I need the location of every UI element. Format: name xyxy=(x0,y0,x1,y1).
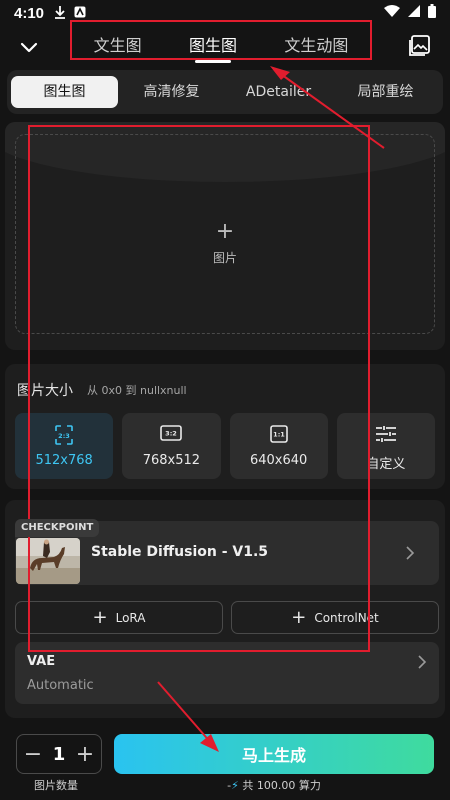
add-lora-button[interactable]: + LoRA xyxy=(15,601,223,634)
size-option-768x512[interactable]: 3:2 768x512 xyxy=(122,413,221,479)
upload-label: 图片 xyxy=(212,251,237,265)
image-upload-zone[interactable]: + 图片 xyxy=(15,134,435,334)
chevron-down-icon[interactable] xyxy=(16,34,42,60)
top-header: 文生图 图生图 文生动图 xyxy=(0,26,450,66)
size-value: 768x512 xyxy=(142,453,201,468)
size-value: 自定义 xyxy=(366,457,406,472)
lightning-icon: ⚡ xyxy=(231,779,239,792)
image-size-range: 从 0x0 到 nullxnull xyxy=(87,384,187,397)
add-controlnet-button[interactable]: + ControlNet xyxy=(231,601,439,634)
size-option-640x640[interactable]: 1:1 640x640 xyxy=(229,413,328,479)
plus-icon: + xyxy=(291,607,307,628)
increment-button[interactable]: + xyxy=(75,742,95,767)
size-value: 512x768 xyxy=(35,453,93,468)
ratio-text: 2:3 xyxy=(58,432,70,440)
quantity-stepper: − 1 + xyxy=(16,734,102,774)
cost-info: -⚡ 共 100.00 算力 xyxy=(114,777,434,793)
generate-button[interactable]: 马上生成 xyxy=(114,734,434,774)
upload-card: + 图片 xyxy=(5,122,445,350)
cost-text: 共 100.00 算力 xyxy=(242,779,321,792)
model-section: CHECKPOINT Stable Diffusion - V1.5 + LoR… xyxy=(5,500,445,718)
vae-value: Automatic xyxy=(27,678,94,693)
vae-selector[interactable]: VAE Automatic xyxy=(15,642,439,704)
size-options: 2:3 512x768 3:2 768x512 1:1 640x640 自定义 xyxy=(15,413,435,479)
battery-icon xyxy=(428,4,436,22)
controlnet-label: ControlNet xyxy=(314,610,379,625)
ratio-3-2-icon: 3:2 xyxy=(160,425,183,445)
mode-tabs: 文生图 图生图 文生动图 xyxy=(70,26,372,66)
lora-label: LoRA xyxy=(115,610,146,625)
vae-label: VAE xyxy=(27,654,56,669)
subtab-hires-fix[interactable]: 高清修复 xyxy=(118,76,225,108)
tab-text-to-image[interactable]: 文生图 xyxy=(94,32,142,60)
subtab-adetailer[interactable]: ADetailer xyxy=(225,76,332,108)
quantity-label: 图片数量 xyxy=(34,779,78,792)
gallery-icon[interactable] xyxy=(408,34,432,58)
signal-icon xyxy=(408,5,420,21)
subtab-img2img[interactable]: 图生图 xyxy=(11,76,118,108)
size-option-512x768[interactable]: 2:3 512x768 xyxy=(15,413,114,479)
status-time: 4:10 xyxy=(14,4,45,22)
subtab-inpaint[interactable]: 局部重绘 xyxy=(332,76,439,108)
chevron-right-icon xyxy=(405,545,415,564)
wifi-icon xyxy=(384,5,400,21)
ratio-text: 3:2 xyxy=(166,430,178,438)
chevron-right-icon xyxy=(417,654,427,673)
tab-text-to-gif[interactable]: 文生动图 xyxy=(284,32,348,60)
image-size-title: 图片大小 xyxy=(17,383,73,399)
decrement-button[interactable]: − xyxy=(23,742,43,767)
ratio-text: 1:1 xyxy=(273,431,285,439)
checkpoint-name: Stable Diffusion - V1.5 xyxy=(91,544,269,560)
size-option-custom[interactable]: 自定义 xyxy=(336,413,435,479)
sliders-icon xyxy=(375,425,397,447)
ratio-2-3-icon: 2:3 xyxy=(55,425,73,449)
quantity-value: 1 xyxy=(52,743,66,765)
image-size-section: 图片大小 从 0x0 到 nullxnull 2:3 512x768 3:2 7… xyxy=(5,364,445,489)
ratio-1-1-icon: 1:1 xyxy=(269,425,288,447)
app-notification-icon xyxy=(74,6,86,21)
addon-buttons: + LoRA + ControlNet xyxy=(15,601,439,634)
sub-tabs: 图生图 高清修复 ADetailer 局部重绘 xyxy=(7,70,443,114)
checkpoint-thumbnail xyxy=(16,538,80,584)
status-bar: 4:10 xyxy=(0,0,450,26)
plus-icon: + xyxy=(92,607,108,628)
size-value: 640x640 xyxy=(249,453,308,468)
checkpoint-badge: CHECKPOINT xyxy=(15,519,100,537)
tab-image-to-image[interactable]: 图生图 xyxy=(189,32,237,63)
plus-icon: + xyxy=(215,219,235,244)
download-icon xyxy=(54,5,66,22)
